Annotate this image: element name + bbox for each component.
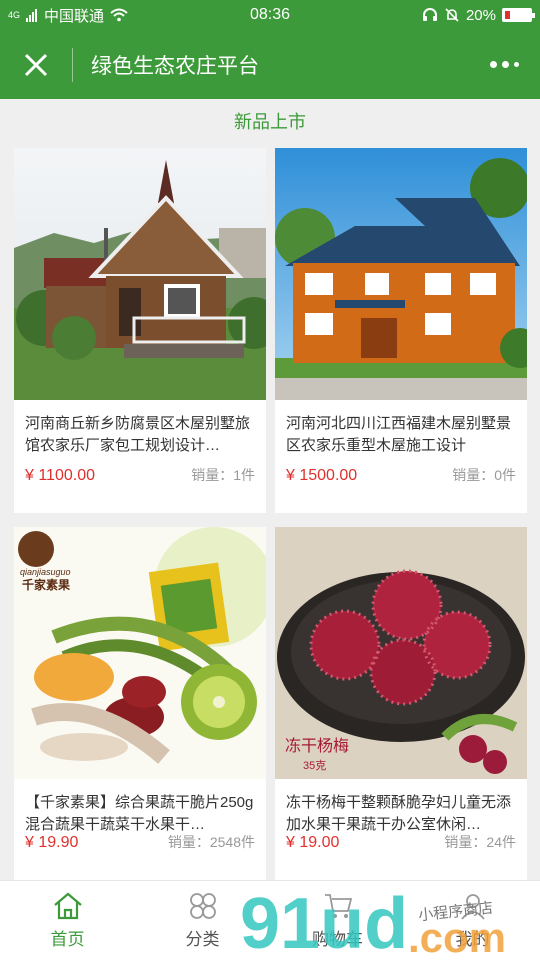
product-image: qianjiasuguo 千家素果 <box>14 527 266 779</box>
brand-logo-text: 千家素果 <box>22 577 70 592</box>
close-button[interactable] <box>0 30 72 99</box>
tab-label: 首页 <box>50 930 85 949</box>
page-title: 绿色生态农庄平台 <box>91 54 259 78</box>
product-image <box>275 148 527 400</box>
tab-label: 我的 <box>455 930 490 949</box>
product-name: 河南河北四川江西福建木屋别墅景区农家乐重型木屋施工设计 <box>286 415 512 454</box>
product-card[interactable]: 冻干杨梅 35克 冻干杨梅干整颗酥脆孕妇儿童无添加水果干果蔬干办公室休闲… ¥ … <box>275 527 527 880</box>
product-name: 冻干杨梅干整颗酥脆孕妇儿童无添加水果干果蔬干办公室休闲… <box>286 794 512 833</box>
tab-category[interactable]: 分类 <box>135 881 270 960</box>
product-sales: 销量：1件 <box>191 467 255 483</box>
product-image: 冻干杨梅 35克 <box>275 527 527 779</box>
brand-logo-text: qianjiasuguo <box>20 567 71 577</box>
product-sales: 销量：24件 <box>444 834 516 850</box>
app-header: 4G 中国联通 08:36 20% 绿色生态农庄平台 <box>0 0 540 99</box>
tab-label: 分类 <box>185 930 220 949</box>
product-name: 【千家素果】综合果蔬干脆片250g混合蔬果干蔬菜干水果干… <box>25 794 254 833</box>
product-card[interactable]: 河南商丘新乡防腐景区木屋别墅旅馆农家乐厂家包工规划设计… ¥ 1100.00 销… <box>14 148 266 513</box>
signal-icon <box>26 9 38 22</box>
headset-icon <box>422 8 437 21</box>
mute-bell-icon <box>445 8 459 22</box>
product-image-label: 冻干杨梅 <box>285 737 349 755</box>
tab-home[interactable]: 首页 <box>0 881 135 960</box>
more-dot-icon <box>489 60 497 68</box>
product-name: 河南商丘新乡防腐景区木屋别墅旅馆农家乐厂家包工规划设计… <box>25 415 251 454</box>
product-card[interactable]: qianjiasuguo 千家素果 【千家素果】综合果蔬干脆片250g混合蔬果干… <box>14 527 266 880</box>
tab-profile[interactable]: 我的 <box>405 881 540 960</box>
status-bar: 4G 中国联通 08:36 20% <box>0 0 540 30</box>
product-sales: 销量：0件 <box>452 467 516 483</box>
tab-cart[interactable]: 购物车 <box>270 881 405 960</box>
more-dot-icon <box>501 60 509 68</box>
bottom-tab-bar: 首页 分类 购物车 我的 <box>0 880 540 960</box>
more-dot-icon <box>513 61 519 67</box>
nav-bar: 绿色生态农庄平台 <box>0 30 540 99</box>
product-card[interactable]: 河南河北四川江西福建木屋别墅景区农家乐重型木屋施工设计 ¥ 1500.00 销量… <box>275 148 527 513</box>
product-price: ¥ 1500.00 <box>286 467 358 484</box>
section-title: 新品上市 <box>234 112 306 132</box>
home-icon <box>53 892 82 920</box>
user-icon <box>460 894 485 920</box>
wifi-icon <box>110 8 128 22</box>
product-image-label: 35克 <box>303 759 326 772</box>
product-price: ¥ 19.00 <box>286 834 340 851</box>
carrier-name: 中国联通 <box>44 7 105 25</box>
tab-label: 购物车 <box>312 930 363 949</box>
category-icon <box>189 893 216 919</box>
product-sales: 销量：2548件 <box>167 834 255 850</box>
battery-icon <box>502 8 535 22</box>
cart-icon <box>324 894 352 918</box>
product-price: ¥ 19.90 <box>25 834 79 851</box>
product-image <box>14 148 266 400</box>
close-icon <box>24 53 48 76</box>
network-badge: 4G <box>8 9 21 20</box>
battery-percent: 20% <box>465 6 496 24</box>
product-price: ¥ 1100.00 <box>25 467 95 484</box>
more-options-button[interactable] <box>486 50 522 78</box>
